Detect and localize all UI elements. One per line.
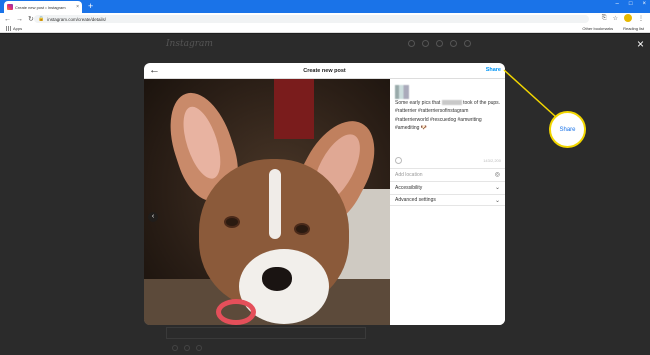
share-callout: Share (549, 111, 586, 148)
callout-pointer (503, 69, 557, 118)
share-callout-label: Share (559, 126, 576, 133)
